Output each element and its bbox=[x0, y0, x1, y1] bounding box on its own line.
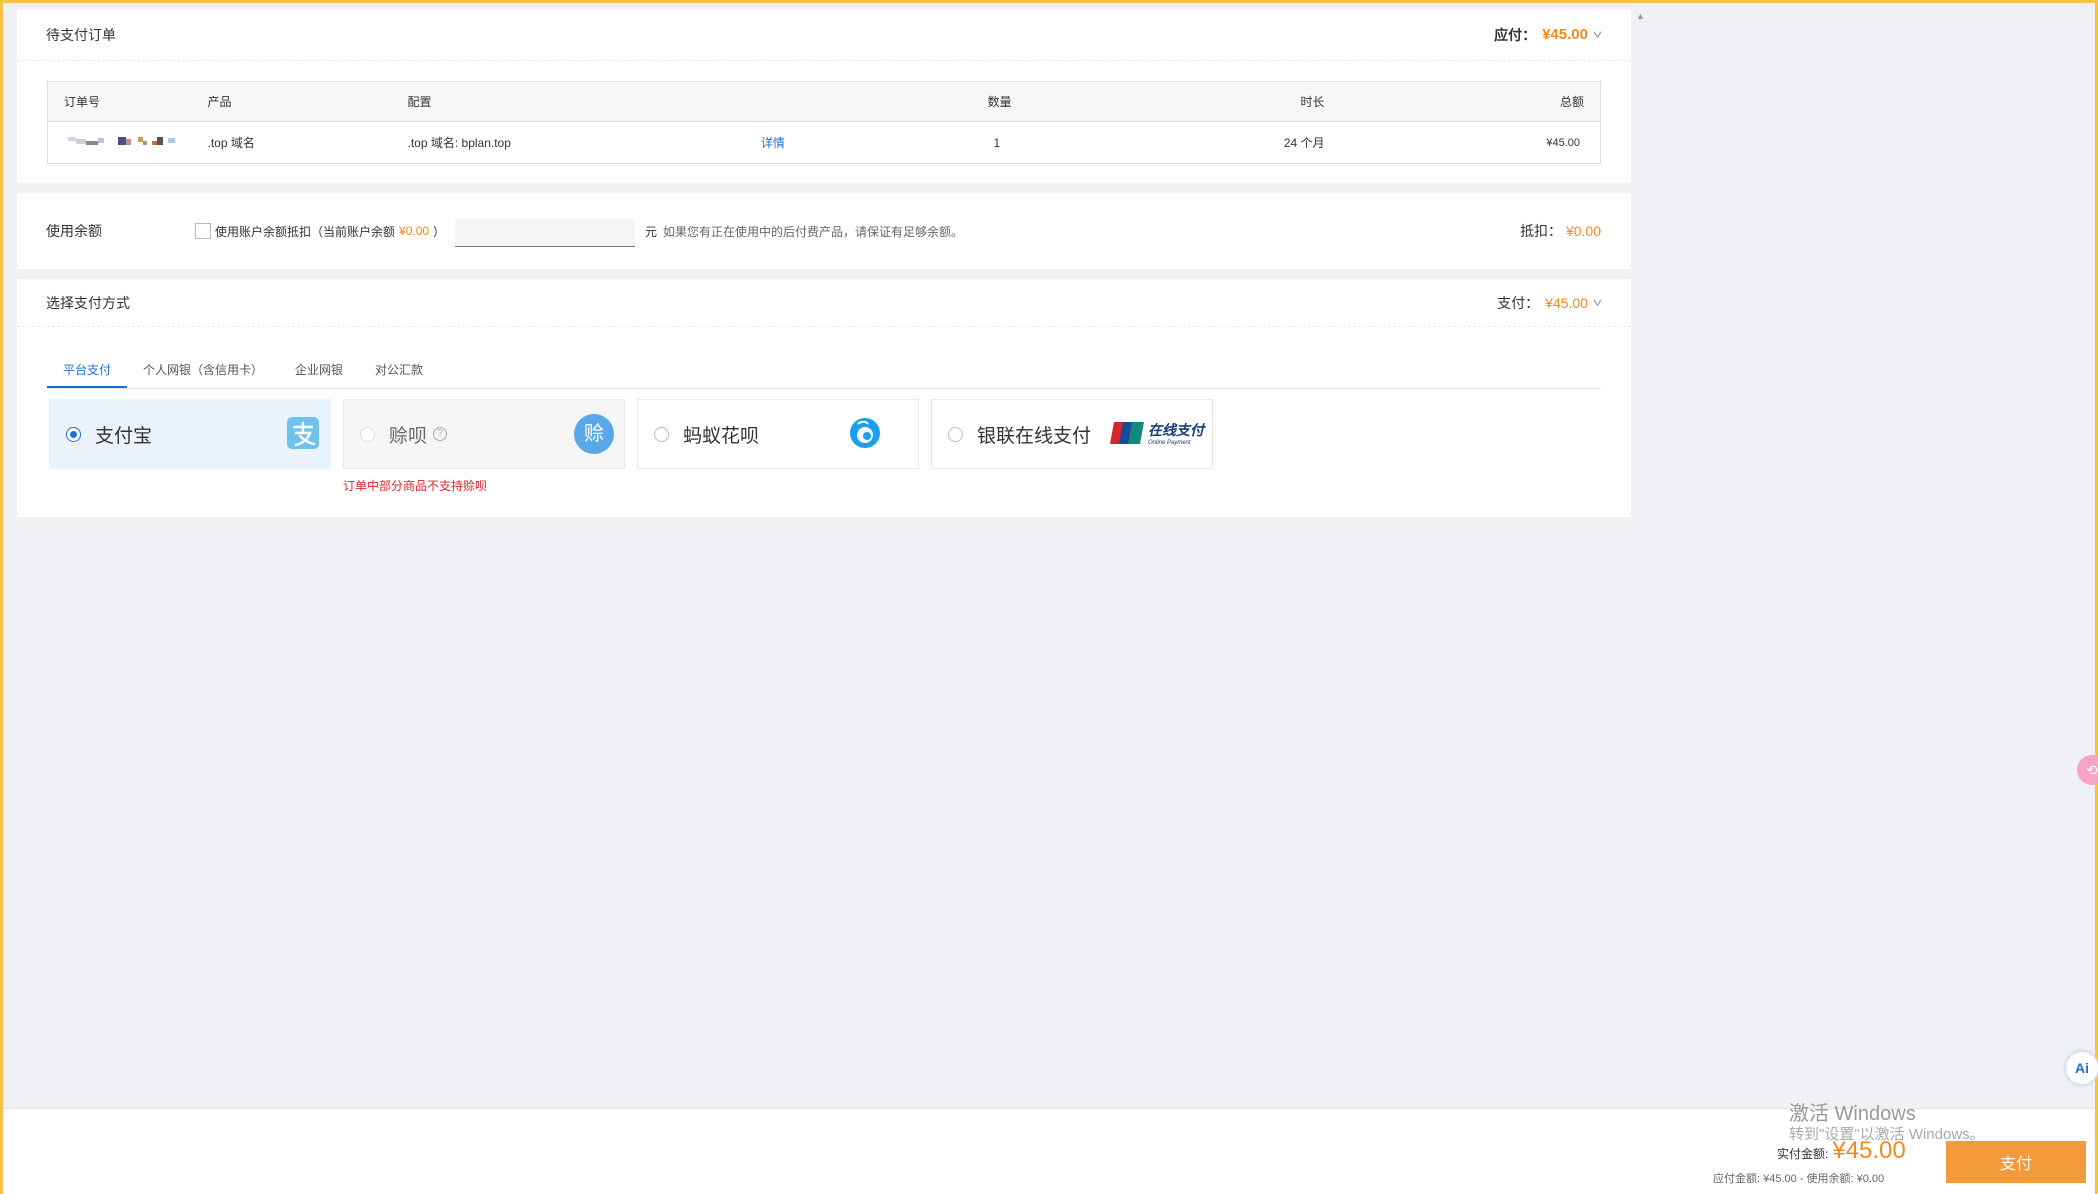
floating-helper-icon[interactable]: ⟲ bbox=[2077, 755, 2098, 785]
tab-personal-bank[interactable]: 个人网银（含信用卡） bbox=[127, 355, 279, 388]
use-balance-checkbox[interactable]: 使用账户余额抵扣（当前账户余额 ¥0.00 ） bbox=[195, 223, 445, 240]
unionpay-text: 在线支付 Online Payment bbox=[1148, 420, 1204, 446]
order-header[interactable]: 待支付订单 应付： ¥45.00 ˅ bbox=[17, 9, 1631, 61]
unionpay-text-main: 在线支付 bbox=[1148, 422, 1204, 438]
tab-enterprise-bank[interactable]: 企业网银 bbox=[279, 355, 359, 388]
unionpay-logo-icon bbox=[1110, 422, 1144, 444]
order-table: 订单号 产品 配置 数量 时长 总额 .top 域名 .top 域名: bpla… bbox=[47, 81, 1601, 164]
deduct-summary: 抵扣： ¥0.00 bbox=[1520, 221, 1601, 241]
option-alipay-label: 支付宝 bbox=[95, 425, 153, 447]
detail-link[interactable]: 详情 bbox=[761, 136, 785, 150]
duration-cell: 24 个月 bbox=[1283, 136, 1325, 150]
col-config: 配置 bbox=[407, 81, 988, 122]
option-unionpay[interactable]: 银联在线支付 在线支付 Online Payment bbox=[931, 399, 1213, 469]
close-paren: ） bbox=[433, 224, 446, 239]
balance-card: 使用余额 使用账户余额抵扣（当前账户余额 ¥0.00 ） 元 如果您有正在使用中… bbox=[17, 193, 1631, 269]
config-cell: .top 域名: bplan.top 详情 bbox=[408, 122, 988, 164]
actual-amount: 实付金额: ¥45.00 bbox=[1777, 1137, 1906, 1165]
shebei-icon: 赊 bbox=[574, 414, 614, 454]
masked-id-image bbox=[68, 137, 175, 145]
payment-card: 选择支付方式 支付： ¥45.00 ˅ 平台支付 个人网银（含信用卡） 企业网银… bbox=[17, 279, 1631, 517]
actual-label: 实付金额: bbox=[1777, 1147, 1829, 1161]
deduct-amount: ¥0.00 bbox=[1565, 223, 1601, 239]
option-unionpay-label: 银联在线支付 bbox=[977, 425, 1092, 447]
chevron-down-icon[interactable]: ˅ bbox=[1593, 28, 1603, 42]
tab-platform[interactable]: 平台支付 bbox=[47, 355, 128, 388]
help-icon[interactable]: ? bbox=[433, 427, 448, 441]
shebei-error: 订单中部分商品不支持赊呗 bbox=[343, 479, 488, 493]
option-shebei[interactable]: 赊呗 ? 赊 bbox=[343, 399, 625, 469]
chevron-down-icon[interactable]: ˅ bbox=[1593, 296, 1603, 310]
unionpay-icon: 在线支付 Online Payment bbox=[1110, 420, 1204, 446]
order-id-masked bbox=[48, 122, 208, 164]
qty-cell: 1 bbox=[993, 135, 1001, 150]
order-card: 待支付订单 应付： ¥45.00 ˅ 订单号 产品 配置 数量 时长 总额 .t… bbox=[17, 9, 1631, 183]
current-balance: ¥0.00 bbox=[399, 224, 430, 238]
balance-label: 使用余额 bbox=[46, 223, 102, 239]
windows-watermark-line1: 激活 Windows bbox=[1789, 1103, 1916, 1125]
order-title: 待支付订单 bbox=[46, 26, 116, 43]
option-huabei-label: 蚂蚁花呗 bbox=[683, 425, 760, 447]
deduct-label: 抵扣： bbox=[1520, 223, 1563, 239]
product-cell: .top 域名 bbox=[207, 136, 255, 150]
payment-title: 选择支付方式 bbox=[46, 294, 130, 311]
payment-header[interactable]: 选择支付方式 支付： ¥45.00 ˅ bbox=[17, 279, 1631, 327]
radio-huabei[interactable] bbox=[654, 426, 669, 442]
unionpay-text-sub: Online Payment bbox=[1148, 440, 1191, 446]
radio-shebei[interactable] bbox=[360, 426, 375, 442]
table-row: .top 域名 .top 域名: bplan.top 详情 1 24 个月 ¥4… bbox=[48, 122, 1601, 164]
checkbox-text: 使用账户余额抵扣（当前账户余额 bbox=[215, 224, 396, 239]
col-product: 产品 bbox=[207, 81, 408, 122]
col-total: 总额 bbox=[1324, 81, 1601, 122]
due-label: 应付： bbox=[1494, 26, 1537, 43]
table-header-row: 订单号 产品 配置 数量 时长 总额 bbox=[47, 81, 1601, 122]
config-text: .top 域名: bplan.top bbox=[407, 136, 511, 150]
payment-tabs: 平台支付 个人网银（含信用卡） 企业网银 对公汇款 bbox=[47, 355, 1601, 389]
ai-assistant-icon[interactable]: Ai bbox=[2065, 1051, 2098, 1085]
scroll-up-arrow-icon[interactable]: ▲ bbox=[1636, 11, 1645, 21]
pay-amount: ¥45.00 bbox=[1545, 294, 1588, 311]
amount-summary: 应付金额: ¥45.00 - 使用余额: ¥0.00 bbox=[1713, 1173, 1885, 1185]
pay-button[interactable]: 支付 bbox=[1946, 1141, 2086, 1183]
option-shebei-label: 赊呗 bbox=[389, 425, 428, 447]
radio-alipay[interactable] bbox=[66, 426, 81, 442]
total-cell: ¥45.00 bbox=[1546, 136, 1580, 149]
col-qty: 数量 bbox=[987, 81, 1100, 122]
col-order-id: 订单号 bbox=[47, 81, 208, 122]
yuan-unit: 元 bbox=[645, 224, 658, 239]
huabei-icon bbox=[848, 416, 882, 456]
pay-label: 支付： bbox=[1497, 294, 1540, 311]
alipay-icon bbox=[286, 416, 320, 456]
checkbox-box[interactable] bbox=[195, 223, 211, 239]
due-amount: ¥45.00 bbox=[1542, 26, 1588, 43]
radio-unionpay[interactable] bbox=[948, 426, 963, 442]
balance-amount-input[interactable] bbox=[455, 219, 635, 247]
option-alipay[interactable]: 支付宝 bbox=[49, 399, 331, 469]
option-huabei[interactable]: 蚂蚁花呗 bbox=[637, 399, 919, 469]
actual-value: ¥45.00 bbox=[1832, 1137, 1906, 1164]
tab-bank-transfer[interactable]: 对公汇款 bbox=[359, 355, 439, 388]
col-duration: 时长 bbox=[1099, 81, 1325, 122]
balance-note: 如果您有正在使用中的后付费产品，请保证有足够余额。 bbox=[663, 224, 964, 239]
